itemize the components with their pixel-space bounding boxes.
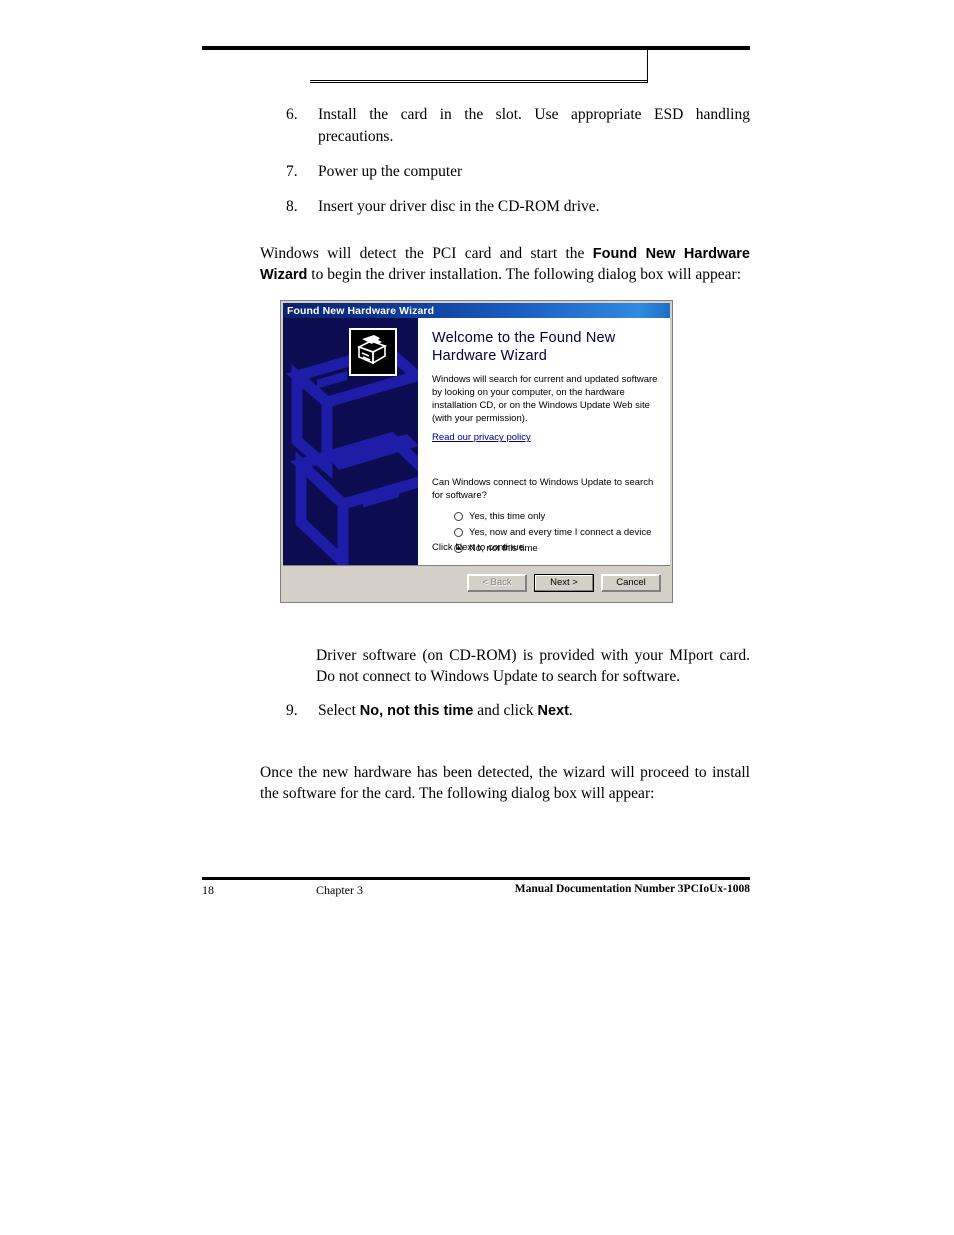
outro-paragraph: Once the new hardware has been detected,… — [260, 764, 750, 803]
cancel-button[interactable]: Cancel — [601, 573, 661, 592]
header-box-right-line — [647, 50, 648, 82]
wizard-heading: Welcome to the Found New Hardware Wizard — [432, 330, 660, 365]
privacy-policy-link[interactable]: Read our privacy policy — [432, 432, 531, 443]
dialog-title-text: Found New Hardware Wizard — [287, 304, 435, 317]
dialog-inner: Found New Hardware Wizard Welcome to the… — [283, 303, 670, 600]
wizard-hint-text: Click Next to continue. — [432, 542, 527, 553]
wizard-question-text: Can Windows connect to Windows Update to… — [432, 477, 654, 501]
list-item-text: Install the card in the slot. Use approp… — [318, 106, 750, 145]
radio-icon[interactable] — [454, 511, 463, 521]
list-item-number: 8. — [286, 198, 298, 215]
dialog-body: Welcome to the Found New Hardware Wizard… — [283, 318, 670, 566]
list-item: 7. Power up the computer — [260, 161, 750, 183]
intro-text-part2: to begin the driver installation. The fo… — [307, 266, 742, 284]
next-button[interactable]: Next > — [534, 573, 594, 592]
back-button[interactable]: < Back — [467, 573, 527, 592]
dialog-button-bar: < Back Next > Cancel — [283, 566, 670, 599]
radio-label: Yes, now and every time I connect a devi… — [469, 526, 652, 538]
list-item-number: 6. — [286, 106, 298, 123]
hardware-install-icon — [349, 328, 397, 376]
header-box-bottom-line-2 — [310, 82, 648, 83]
step9-part3: . — [568, 702, 573, 719]
header-box-bottom-line-1 — [310, 80, 648, 81]
list-item: 6. Install the card in the slot. Use app… — [260, 104, 750, 148]
footer-chapter-label: Chapter 3 — [316, 883, 363, 897]
footer-document-number: Manual Documentation Number 3PCIoUx-1008 — [514, 883, 750, 895]
list-item-text: Power up the computer — [318, 163, 463, 180]
radio-option-yes-every-time[interactable]: Yes, now and every time I connect a devi… — [454, 527, 660, 538]
document-page: 6. Install the card in the slot. Use app… — [0, 0, 954, 1235]
list-item: 8. Insert your driver disc in the CD-ROM… — [260, 196, 750, 218]
list-item-text: Insert your driver disc in the CD-ROM dr… — [318, 198, 600, 215]
wizard-graphic-panel — [283, 318, 418, 565]
steps-list-top: 6. Install the card in the slot. Use app… — [260, 104, 750, 231]
wizard-body-text: Windows will search for current and upda… — [432, 374, 658, 424]
list-item-text: Select No, not this time and click Next. — [318, 702, 573, 719]
page-number: 18 — [202, 883, 214, 897]
radio-icon[interactable] — [454, 527, 463, 537]
page-footer: 18 Chapter 3 Manual Documentation Number… — [202, 883, 750, 901]
wizard-heading-line2: Hardware Wizard — [432, 347, 547, 364]
header-box — [310, 50, 648, 83]
radio-option-yes-this-time[interactable]: Yes, this time only — [454, 511, 660, 522]
intro-text-part1: Windows will detect the PCI card and sta… — [260, 245, 593, 262]
dialog-titlebar: Found New Hardware Wizard — [283, 303, 670, 318]
steps-list-bottom: 9. Select No, not this time and click Ne… — [260, 700, 750, 735]
note-paragraph: Driver software (on CD-ROM) is provided … — [316, 647, 750, 686]
step9-part2: and click — [473, 702, 538, 719]
step9-bold-next: Next — [537, 703, 569, 719]
found-new-hardware-wizard-dialog: Found New Hardware Wizard Welcome to the… — [280, 300, 673, 603]
intro-paragraph: Windows will detect the PCI card and sta… — [260, 243, 750, 286]
radio-label: Yes, this time only — [469, 510, 546, 522]
footer-rule — [202, 877, 750, 880]
wizard-heading-line1: Welcome to the Found New — [432, 330, 616, 346]
list-item-number: 7. — [286, 163, 298, 180]
wizard-content-panel: Welcome to the Found New Hardware Wizard… — [418, 318, 670, 565]
card-into-slot-icon — [356, 335, 388, 365]
step9-bold-option: No, not this time — [359, 703, 474, 719]
list-item-number: 9. — [286, 702, 298, 719]
step9-part1: Select — [318, 702, 360, 719]
list-item: 9. Select No, not this time and click Ne… — [260, 700, 750, 722]
